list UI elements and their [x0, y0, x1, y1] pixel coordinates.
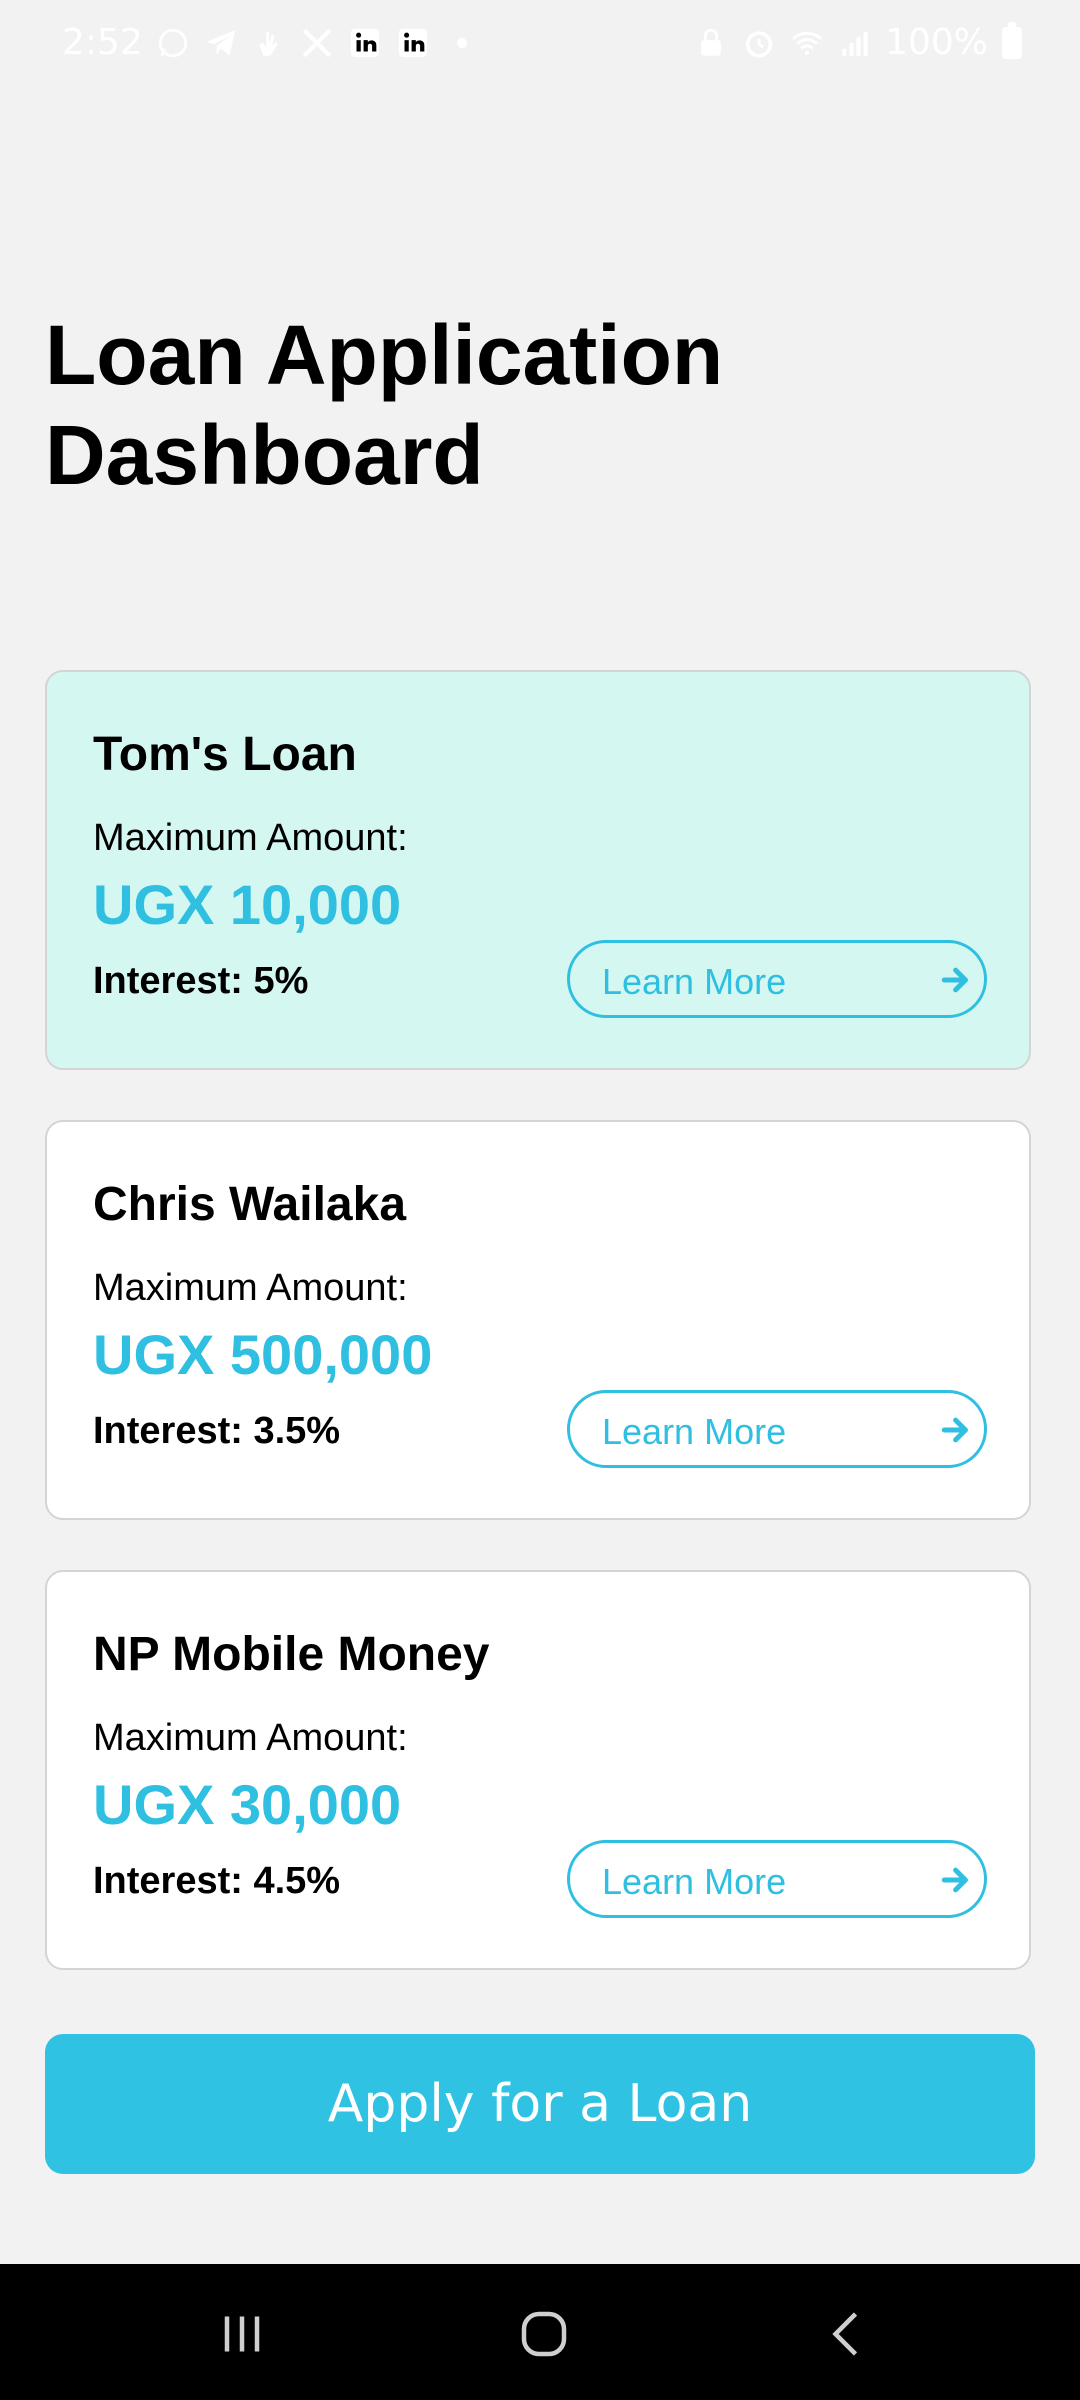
x-icon [299, 23, 335, 63]
home-icon[interactable] [504, 2294, 584, 2374]
loan-amount: UGX 500,000 [93, 1323, 433, 1386]
loan-amount: UGX 10,000 [93, 873, 402, 936]
back-icon[interactable] [808, 2294, 888, 2374]
battery-percent: 100% [885, 22, 988, 63]
arrow-right-icon [941, 1867, 968, 1893]
wifi-icon [789, 23, 825, 63]
learn-more-label: Learn More [602, 1411, 787, 1452]
hand-icon [251, 23, 287, 63]
status-left: 2:52 [62, 22, 467, 63]
learn-more-button[interactable]: Learn More [567, 1840, 987, 1918]
loan-card[interactable]: Tom's Loan Maximum Amount: UGX 10,000 In… [45, 670, 1031, 1070]
loan-interest: Interest: 4.5% [93, 1860, 341, 1902]
loan-name: Chris Wailaka [93, 1178, 407, 1231]
more-notifications-dot [456, 37, 467, 48]
whatsapp-icon [155, 23, 191, 63]
learn-more-button[interactable]: Learn More [567, 1390, 987, 1468]
battery-icon [1002, 21, 1022, 59]
loan-card[interactable]: NP Mobile Money Maximum Amount: UGX 30,0… [45, 1570, 1031, 1970]
telegram-icon [203, 23, 239, 63]
page-title: Loan Application Dashboard [45, 308, 724, 502]
signal-icon [837, 23, 873, 63]
linkedin-icon [347, 23, 383, 63]
learn-more-label: Learn More [602, 1861, 787, 1902]
amount-label: Maximum Amount: [93, 1717, 408, 1759]
amount-label: Maximum Amount: [93, 1267, 408, 1309]
loan-name: Tom's Loan [93, 728, 357, 781]
arrow-right-icon [941, 967, 968, 993]
loan-card[interactable]: Chris Wailaka Maximum Amount: UGX 500,00… [45, 1120, 1031, 1520]
loan-amount: UGX 30,000 [93, 1773, 402, 1836]
loan-interest: Interest: 5% [93, 960, 309, 1002]
arrow-right-icon [941, 1417, 968, 1443]
loan-name: NP Mobile Money [93, 1628, 490, 1681]
amount-label: Maximum Amount: [93, 817, 408, 859]
linkedin-icon [395, 23, 431, 63]
status-bar: 2:52 100% [0, 0, 1080, 88]
status-right: 100% [693, 21, 1022, 63]
alarm-icon [741, 23, 777, 63]
learn-more-button[interactable]: Learn More [567, 940, 987, 1018]
apply-loan-button[interactable]: Apply for a Loan [45, 2034, 1035, 2174]
lock-icon [693, 23, 729, 63]
loan-interest: Interest: 3.5% [93, 1410, 341, 1452]
recent-apps-icon[interactable] [202, 2294, 282, 2374]
status-time: 2:52 [62, 22, 143, 63]
learn-more-label: Learn More [602, 961, 787, 1002]
navigation-bar [0, 2264, 1080, 2400]
